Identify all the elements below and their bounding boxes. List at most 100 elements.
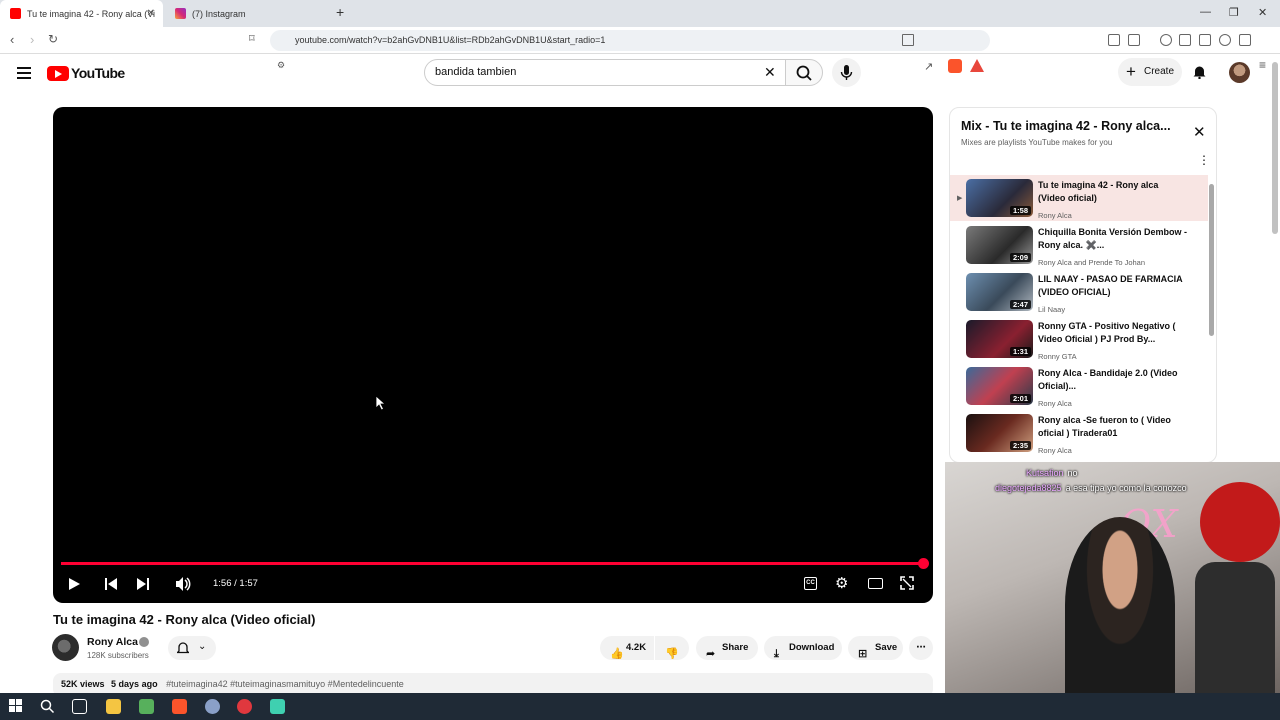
file-explorer-icon[interactable] (106, 699, 121, 714)
channel-avatar[interactable] (52, 634, 79, 661)
close-window-icon[interactable]: ✕ (1258, 6, 1267, 19)
subscribed-bell-icon (177, 642, 189, 654)
like-button[interactable]: 👍 4.2K (600, 636, 654, 660)
play-icon[interactable] (67, 577, 81, 591)
close-tab-icon[interactable]: ✕ (147, 8, 155, 19)
task-view-icon[interactable] (72, 699, 87, 714)
forward-icon[interactable]: › (30, 32, 34, 47)
playlist-item[interactable]: 2:01 Rony Alca - Bandidaje 2.0 (Video Of… (950, 363, 1208, 409)
sidebar-icon[interactable] (1179, 34, 1191, 46)
notification-preferences-button[interactable]: ⌄ (168, 636, 216, 660)
time-display: 1:56 / 1:57 (213, 578, 258, 589)
streamer-microphone (1195, 562, 1275, 693)
channel-name[interactable]: Rony Alca (87, 636, 138, 648)
video-player[interactable]: 1:56 / 1:57 CC ⚙ (53, 107, 933, 603)
instagram-favicon-icon (175, 8, 186, 19)
more-vertical-icon[interactable]: ⋮ (1198, 153, 1210, 167)
save-playlist-icon: ⊞ (858, 648, 868, 660)
playlist-item[interactable]: 2:35 Rony alca -Se fueron to ( Video ofi… (950, 410, 1208, 456)
new-tab-button[interactable]: + (336, 4, 344, 20)
playlist-item[interactable]: ▶ 1:58 Tu te imagina 42 - Rony alca (Vid… (950, 175, 1208, 221)
url-field[interactable]: youtube.com/watch?v=b2ahGvDNB1U&list=RDb… (270, 30, 990, 51)
restore-icon[interactable]: ❐ (1229, 6, 1239, 19)
playlist-item[interactable]: 2:47 LIL NAAY - PASAO DE FARMACIA (VIDEO… (950, 269, 1208, 315)
extensions-icon[interactable] (1108, 34, 1120, 46)
clear-search-icon[interactable]: ✕ (764, 64, 776, 81)
app-icon[interactable] (205, 699, 220, 714)
streamer-webcam (1065, 517, 1175, 693)
playlist-title[interactable]: Mix - Tu te imagina 42 - Rony alca... (961, 119, 1171, 133)
notifications-bell-icon[interactable] (1193, 65, 1206, 79)
windows-taskbar (0, 693, 1280, 720)
tab-instagram[interactable]: (7) Instagram (165, 0, 328, 27)
brave-browser-icon[interactable] (172, 699, 187, 714)
next-icon[interactable] (136, 577, 150, 591)
captions-icon[interactable]: CC (804, 577, 817, 590)
playlist-item[interactable]: 2:09 Chiquilla Bonita Versión Dembow - R… (950, 222, 1208, 268)
description-hashtags[interactable]: #tuteimagina42 #tuteimaginasmamituyo #Me… (166, 679, 404, 689)
youtube-favicon-icon (10, 8, 21, 19)
duration-badge: 1:31 (1009, 347, 1031, 356)
tab-youtube[interactable]: Tu te imagina 42 - Rony alca (Vi ✕ (0, 0, 163, 27)
playlist-item-channel: Rony Alca (1038, 399, 1072, 408)
music-icon[interactable] (1160, 34, 1172, 46)
playlist-scrollbar[interactable] (1209, 184, 1214, 336)
scrubber-handle[interactable] (918, 558, 929, 569)
progress-bar[interactable] (61, 558, 929, 569)
page-scrollbar[interactable] (1272, 62, 1278, 234)
bookmark-icon[interactable]: ⌑ (249, 32, 255, 45)
cast-icon[interactable] (902, 34, 914, 46)
store-icon[interactable] (139, 699, 154, 714)
share-button[interactable]: ➦ Share (696, 636, 758, 660)
more-horizontal-icon: ⋯ (916, 642, 926, 653)
tab-label: Tu te imagina 42 - Rony alca (Vi (27, 8, 156, 19)
view-count: 52K views (61, 679, 105, 689)
hamburger-menu-icon[interactable] (17, 67, 31, 79)
playlist-item-title: Rony alca -Se fueron to ( Video oficial … (1038, 415, 1171, 438)
save-button[interactable]: ⊞ Save (848, 636, 903, 660)
duration-badge: 1:58 (1009, 206, 1031, 215)
create-button[interactable]: Create (1118, 58, 1182, 86)
share-icon: ➦ (706, 648, 716, 660)
previous-icon[interactable] (104, 577, 118, 591)
app-icon[interactable] (270, 699, 285, 714)
shield-icon[interactable] (1239, 34, 1251, 46)
reload-icon[interactable]: ↻ (48, 32, 58, 46)
dislike-button[interactable]: 👎 (655, 636, 689, 660)
theater-mode-icon[interactable] (868, 578, 883, 589)
now-playing-icon: ▶ (957, 195, 963, 202)
playlist-item-channel: Rony Alca (1038, 446, 1072, 455)
address-bar-row: ‹ › ↻ ⌑ youtube.com/watch?v=b2ahGvDNB1U&… (0, 27, 1280, 73)
vpn-icon[interactable] (1199, 34, 1211, 46)
taskbar-search-icon[interactable] (40, 699, 55, 714)
playlist-item[interactable]: 1:31 Ronny GTA - Positivo Negativo ( Vid… (950, 316, 1208, 362)
youtube-play-logo-icon (47, 65, 69, 81)
app-icon[interactable] (237, 699, 252, 714)
voice-search-button[interactable] (832, 58, 861, 87)
playlist-item-title: Ronny GTA - Positivo Negativo ( Video Of… (1038, 321, 1176, 344)
settings-gear-icon[interactable]: ⚙ (835, 574, 848, 592)
fullscreen-icon[interactable] (900, 576, 914, 590)
close-playlist-icon[interactable]: ✕ (1193, 123, 1206, 141)
leo-icon[interactable] (1219, 34, 1231, 46)
windows-start-icon[interactable] (9, 699, 22, 712)
search-input[interactable]: bandida tambien (424, 59, 786, 86)
download-button[interactable]: ⤓ Download (764, 636, 842, 660)
like-count: 4.2K (626, 642, 647, 653)
minimize-icon[interactable]: — (1200, 6, 1211, 18)
volume-icon[interactable] (175, 576, 191, 592)
wallet-icon[interactable] (1128, 34, 1140, 46)
search-button[interactable] (785, 59, 823, 86)
video-thumbnail: 2:09 (966, 226, 1033, 264)
youtube-header: YouTube bandida tambien ✕ Create (0, 54, 1280, 94)
stream-webcam-overlay: OX Kutsafion no diegotejeda8825 a esa tipa… (945, 462, 1280, 693)
chat-text: a esa tipa yo como la conozco (1065, 483, 1187, 493)
playlist-item-title: Tu te imagina 42 - Rony alca (Video ofic… (1038, 180, 1159, 203)
back-icon[interactable]: ‹ (10, 32, 14, 47)
more-actions-button[interactable]: ⋯ (909, 636, 933, 660)
save-label: Save (875, 642, 898, 653)
subscriber-count: 128K subscribers (87, 651, 149, 660)
verified-badge-icon (139, 637, 149, 647)
user-avatar[interactable] (1229, 62, 1250, 83)
youtube-logo[interactable]: YouTube (47, 65, 125, 81)
